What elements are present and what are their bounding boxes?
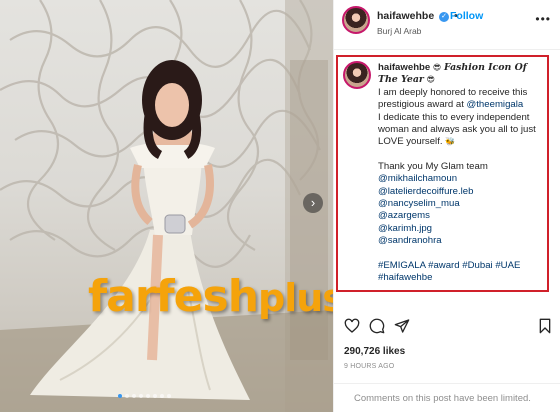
caption-text: haifawehbe 😎 Fashion Icon Of The Year 😎 … — [378, 62, 546, 285]
post-actions — [342, 318, 555, 336]
location-link[interactable]: Burj Al Arab — [377, 26, 421, 36]
header-username[interactable]: haifawehbe — [377, 10, 434, 22]
hashtags-line[interactable]: #EMIGALA #award #Dubai #UAE — [378, 260, 546, 272]
carousel-dot — [125, 394, 129, 398]
post-timestamp: 9 HOURS AGO — [344, 363, 395, 370]
verified-icon: ✓ — [439, 12, 450, 22]
post-sidebar: haifawehbe ✓ • Follow Burj Al Arab ••• h… — [333, 0, 560, 412]
caption-highlight-box: haifawehbe 😎 Fashion Icon Of The Year 😎 … — [336, 55, 549, 292]
caption-thanks: Thank you My Glam team — [378, 160, 488, 172]
mention-link[interactable]: @mikhailchamoun — [378, 173, 546, 185]
hashtags-line[interactable]: #haifawehbe — [378, 272, 546, 284]
mention-link[interactable]: @latelierdecoiffure.leb — [378, 186, 546, 198]
caption-line2: I dedicate this to every independent wom… — [378, 111, 536, 148]
mention-link[interactable]: @karimh.jpg — [378, 223, 546, 235]
watermark-part1: farfesh — [88, 271, 259, 322]
mention-link[interactable]: @azargems — [378, 210, 546, 222]
carousel-dot — [167, 394, 171, 398]
avatar[interactable] — [342, 6, 370, 34]
heart-icon[interactable] — [344, 318, 360, 334]
caption-username[interactable]: haifawehbe — [378, 62, 430, 73]
post-photo[interactable]: › — [0, 0, 333, 412]
carousel-dot — [132, 394, 136, 398]
follow-button[interactable]: Follow — [450, 10, 483, 22]
mention-link[interactable]: @nancyselim_mua — [378, 198, 546, 210]
comment-icon[interactable] — [369, 318, 385, 334]
share-icon[interactable] — [394, 318, 410, 334]
photo-scene — [0, 0, 333, 412]
bookmark-icon[interactable] — [537, 318, 553, 334]
mention-link[interactable]: @theemigala — [467, 99, 524, 110]
caption-avatar[interactable] — [343, 61, 371, 89]
carousel-dots — [118, 394, 171, 398]
sunglasses-emoji-icon: 😎 — [432, 63, 442, 72]
carousel-dot — [160, 394, 164, 398]
bee-emoji-icon: 🐝 — [445, 137, 456, 147]
carousel-dot — [118, 394, 122, 398]
post-header: haifawehbe ✓ • Follow Burj Al Arab ••• — [334, 0, 560, 50]
header-username-row: haifawehbe ✓ • — [377, 10, 460, 22]
comments-limited-notice: Comments on this post have been limited. — [334, 383, 560, 412]
more-options-button[interactable]: ••• — [535, 12, 551, 26]
sunglasses-emoji-icon: 😎 — [426, 75, 435, 85]
carousel-dot — [139, 394, 143, 398]
carousel-next-button[interactable]: › — [303, 193, 323, 213]
likes-count[interactable]: 290,726 likes — [344, 346, 405, 357]
mention-link[interactable]: @sandranohra — [378, 235, 546, 247]
carousel-dot — [146, 394, 150, 398]
carousel-dot — [153, 394, 157, 398]
